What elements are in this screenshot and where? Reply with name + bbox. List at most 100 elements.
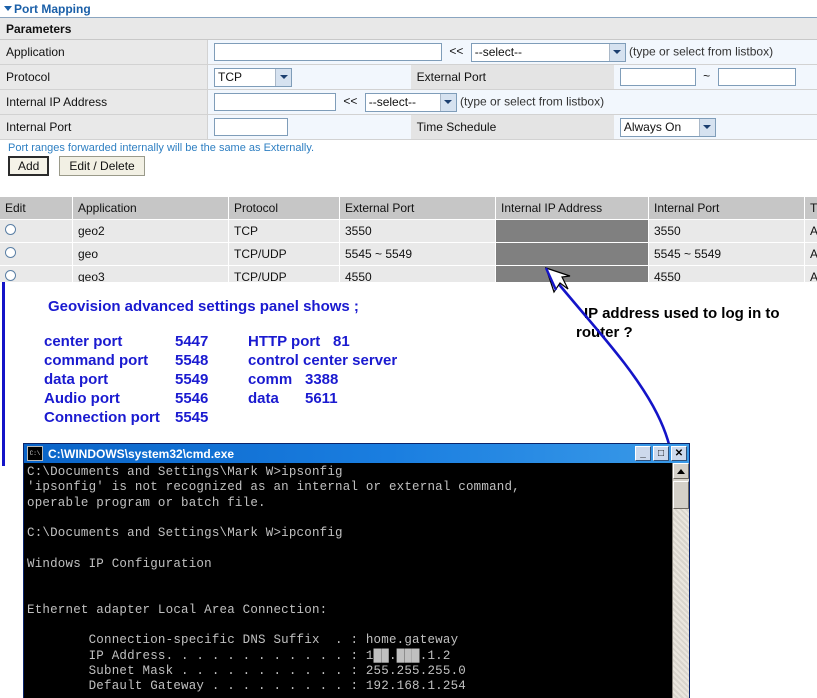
parameters-section-header: Parameters xyxy=(0,18,817,40)
cell-application: geo xyxy=(72,242,229,266)
cell-protocol: TCP/UDP xyxy=(228,242,340,266)
cell-application: geo2 xyxy=(72,219,229,243)
label-protocol: Protocol xyxy=(0,64,208,90)
protocol-select-value: TCP xyxy=(218,70,242,84)
cmd-console-output[interactable]: C:\Documents and Settings\Mark W>ipsonfi… xyxy=(24,463,672,698)
time-schedule-select[interactable]: Always On xyxy=(619,117,716,137)
field-time-schedule: Always On xyxy=(613,114,817,140)
chevron-left-left-icon: << xyxy=(449,44,464,59)
cmd-title-bar[interactable]: C:\ C:\WINDOWS\system32\cmd.exe _ □ ✕ xyxy=(24,444,689,463)
annotation-data-port-value: 5549 xyxy=(175,371,209,388)
annotation-control-center-server: control center server xyxy=(248,352,398,369)
internal-ip-select[interactable]: --select-- xyxy=(364,92,457,112)
scrollbar-track[interactable] xyxy=(673,509,689,698)
chevron-down-icon[interactable] xyxy=(275,68,291,86)
cmd-title-text: C:\WINDOWS\system32\cmd.exe xyxy=(48,446,235,461)
annotation-center-port-value: 5447 xyxy=(175,333,209,350)
minimize-icon[interactable]: _ xyxy=(635,446,651,461)
chevron-left-left-icon: << xyxy=(343,94,358,109)
column-internal-ip: Internal IP Address xyxy=(495,197,649,220)
protocol-select[interactable]: TCP xyxy=(214,67,292,87)
cell-external-port: 3550 xyxy=(339,219,496,243)
cell-application: geo3 xyxy=(72,265,229,282)
field-external-port: ~ xyxy=(613,64,817,90)
chevron-down-icon[interactable] xyxy=(698,118,715,136)
column-external-port: External Port xyxy=(339,197,496,220)
row-select-radio-cell[interactable] xyxy=(0,219,73,243)
annotation-http-port-value: 81 xyxy=(333,333,350,350)
window-controls: _ □ ✕ xyxy=(635,446,687,461)
column-internal-port: Internal Port xyxy=(648,197,805,220)
annotation-connection-port-value: 5545 xyxy=(175,409,209,426)
column-protocol: Protocol xyxy=(228,197,340,220)
external-port-to-input[interactable] xyxy=(717,68,796,86)
maximize-icon[interactable]: □ xyxy=(653,446,669,461)
radio-icon[interactable] xyxy=(5,224,16,235)
cell-time-schedule: Always On xyxy=(804,242,817,266)
row-select-radio-cell[interactable] xyxy=(0,265,73,282)
form-row-internal-port: Internal Port Time Schedule Always On xyxy=(0,114,817,140)
column-application: Application xyxy=(72,197,229,220)
field-internal-ip-address: << --select-- (type or select from listb… xyxy=(207,89,817,115)
external-port-from-input[interactable] xyxy=(619,68,696,86)
collapse-triangle-icon[interactable] xyxy=(4,6,12,11)
annotation-connection-port-name: Connection port xyxy=(44,409,160,426)
cell-internal-ip-redacted xyxy=(495,265,649,282)
radio-icon[interactable] xyxy=(5,270,16,281)
column-edit: Edit xyxy=(0,197,73,220)
cmd-scrollbar[interactable] xyxy=(672,463,689,698)
chevron-down-icon[interactable] xyxy=(608,43,625,61)
chevron-down-icon[interactable] xyxy=(439,93,456,111)
cell-time-schedule: Always On xyxy=(804,219,817,243)
cell-time-schedule: Always On xyxy=(804,265,817,282)
label-application: Application xyxy=(0,40,208,65)
application-select[interactable]: --select-- xyxy=(470,42,626,62)
annotation-audio-port-value: 5546 xyxy=(175,390,209,407)
scroll-up-icon[interactable] xyxy=(673,463,689,479)
close-icon[interactable]: ✕ xyxy=(671,446,687,461)
cmd-console-text: C:\Documents and Settings\Mark W>ipsonfi… xyxy=(27,465,520,694)
label-internal-port: Internal Port xyxy=(0,114,208,140)
internal-ip-hint: (type or select from listbox) xyxy=(460,94,605,109)
screenshot-root: Port Mapping Parameters Application << -… xyxy=(0,0,817,698)
form-button-row: Add Edit / Delete xyxy=(0,155,817,180)
cell-external-port: 4550 xyxy=(339,265,496,282)
cell-internal-port: 3550 xyxy=(648,219,805,243)
row-select-radio-cell[interactable] xyxy=(0,242,73,266)
annotation-command-port-name: command port xyxy=(44,352,149,369)
annotation-data-port-name: data port xyxy=(44,371,109,388)
label-time-schedule: Time Schedule xyxy=(410,114,614,140)
cell-external-port: 5545 ~ 5549 xyxy=(339,242,496,266)
command-prompt-window[interactable]: C:\ C:\WINDOWS\system32\cmd.exe _ □ ✕ C:… xyxy=(23,443,690,698)
field-application: << --select-- (type or select from listb… xyxy=(207,40,817,65)
cmd-body: C:\Documents and Settings\Mark W>ipsonfi… xyxy=(24,463,689,698)
table-row[interactable]: geo TCP/UDP 5545 ~ 5549 5545 ~ 5549 Alwa… xyxy=(0,242,817,266)
port-mapping-table-wrapper: Edit Application Protocol External Port … xyxy=(0,197,817,282)
cell-protocol: TCP/UDP xyxy=(228,265,340,282)
time-schedule-select-value: Always On xyxy=(623,120,682,134)
add-button[interactable]: Add xyxy=(8,156,50,176)
radio-icon[interactable] xyxy=(5,247,16,258)
table-row[interactable]: geo2 TCP 3550 3550 Always On xyxy=(0,219,817,243)
annotation-comm-name: comm xyxy=(248,371,293,388)
internal-ip-input[interactable] xyxy=(214,93,336,111)
table-row[interactable]: geo3 TCP/UDP 4550 4550 Always On xyxy=(0,265,817,282)
internal-port-input[interactable] xyxy=(214,118,288,136)
annotation-command-port-value: 5548 xyxy=(175,352,209,369)
application-select-value: --select-- xyxy=(474,45,523,59)
page-title: Port Mapping xyxy=(14,1,91,16)
annotation-ip-question-line1: IP address used to log in to xyxy=(584,305,780,322)
cell-internal-port: 4550 xyxy=(648,265,805,282)
field-internal-port xyxy=(207,114,411,140)
annotation-comm-value: 3388 xyxy=(305,371,339,388)
port-range-note: Port ranges forwarded internally will be… xyxy=(0,140,817,155)
label-internal-ip-address: Internal IP Address xyxy=(0,89,208,115)
cell-internal-ip-redacted xyxy=(495,242,649,266)
application-hint: (type or select from listbox) xyxy=(629,44,774,59)
application-input[interactable] xyxy=(214,43,442,61)
annotation-ip-question-line2: router ? xyxy=(576,324,633,341)
scrollbar-thumb[interactable] xyxy=(673,481,689,509)
edit-delete-button[interactable]: Edit / Delete xyxy=(59,156,145,176)
internal-ip-select-value: --select-- xyxy=(368,95,417,109)
annotation-center-port-name: center port xyxy=(44,333,123,350)
